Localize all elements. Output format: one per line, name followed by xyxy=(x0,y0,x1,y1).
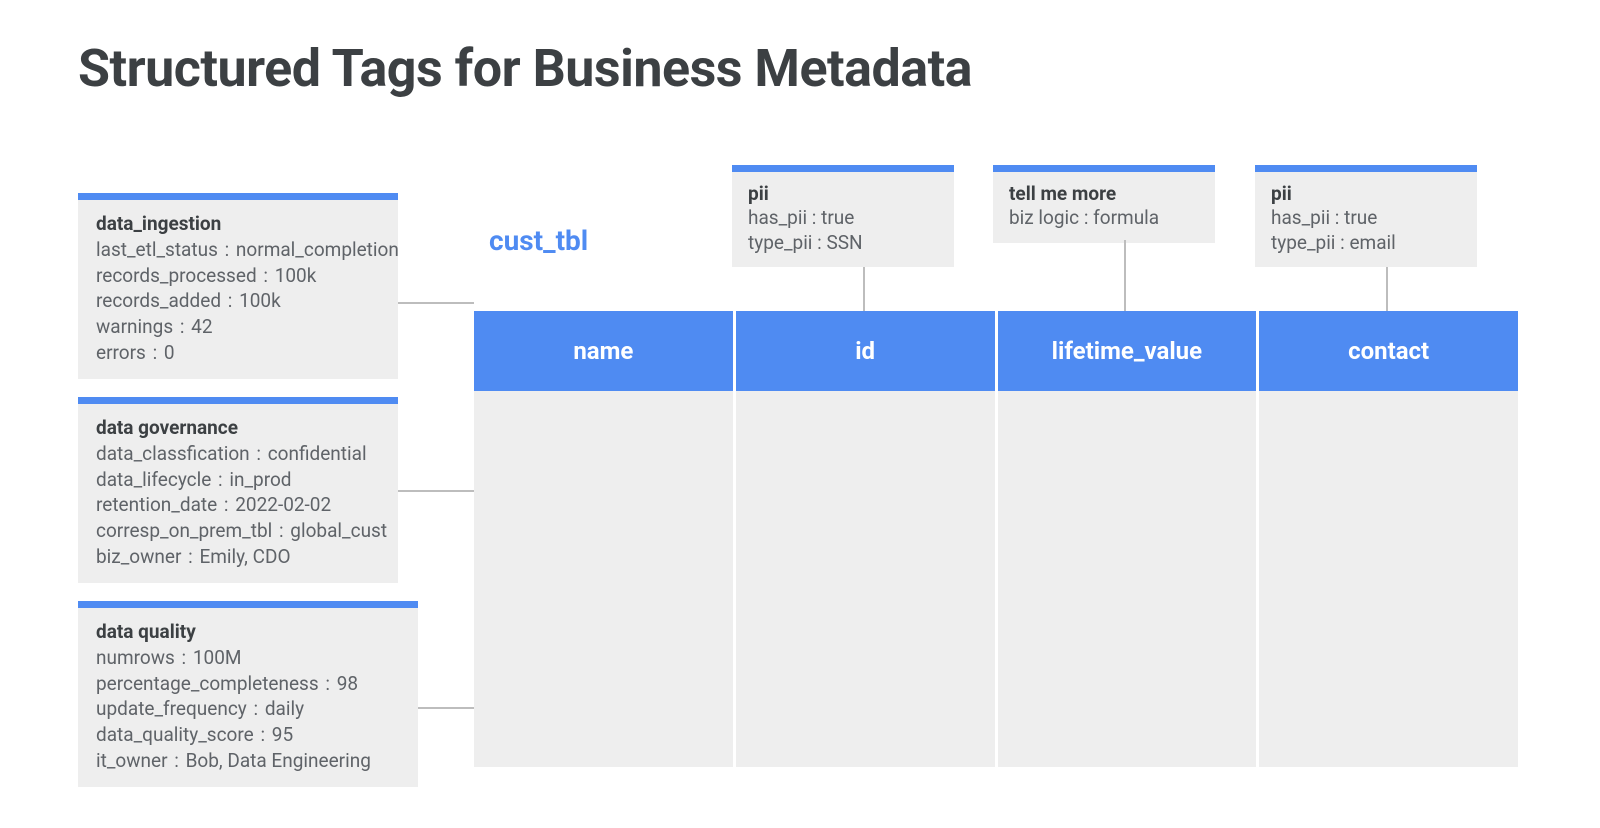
tag-title: data quality xyxy=(96,620,400,643)
tag-row: records_added : 100k xyxy=(96,288,380,314)
tag-row: data_classfication : confidential xyxy=(96,441,380,467)
table-cell xyxy=(998,391,1260,767)
table-cell xyxy=(736,391,998,767)
connector-line xyxy=(863,267,865,311)
tag-row: it_owner : Bob, Data Engineering xyxy=(96,748,400,774)
connector-line xyxy=(1124,240,1126,311)
page-title: Structured Tags for Business Metadata xyxy=(78,38,972,99)
tag-row: biz logic : formula xyxy=(1009,206,1199,231)
column-header-id: id xyxy=(736,311,998,391)
column-tag-pii-id: pii has_pii : true type_pii : SSN xyxy=(732,165,954,267)
column-header-contact: contact xyxy=(1259,311,1518,391)
tag-title: data governance xyxy=(96,416,380,439)
table-body xyxy=(474,391,1518,767)
tag-card-data-ingestion: data_ingestion last_etl_status : normal_… xyxy=(78,193,398,379)
tag-row: data_lifecycle : in_prod xyxy=(96,467,380,493)
table-header: name id lifetime_value contact xyxy=(474,311,1518,391)
connector-line xyxy=(1386,267,1388,311)
tag-row: errors : 0 xyxy=(96,340,380,366)
tag-row: has_pii : true xyxy=(748,206,938,231)
tag-title: tell me more xyxy=(1009,182,1199,205)
tag-row: retention_date : 2022-02-02 xyxy=(96,492,380,518)
table-cust-tbl: name id lifetime_value contact xyxy=(474,311,1518,767)
tag-row: biz_owner : Emily, CDO xyxy=(96,544,380,570)
tag-title: data_ingestion xyxy=(96,212,380,235)
tag-row: warnings : 42 xyxy=(96,314,380,340)
connector-line xyxy=(418,707,474,709)
column-tag-pii-contact: pii has_pii : true type_pii : email xyxy=(1255,165,1477,267)
column-header-lifetime-value: lifetime_value xyxy=(998,311,1260,391)
tag-row: numrows : 100M xyxy=(96,645,400,671)
tag-row: has_pii : true xyxy=(1271,206,1461,231)
tag-card-data-governance: data governance data_classfication : con… xyxy=(78,397,398,583)
tag-row: update_frequency : daily xyxy=(96,696,400,722)
tag-row: last_etl_status : normal_completion xyxy=(96,237,380,263)
tag-card-data-quality: data quality numrows : 100M percentage_c… xyxy=(78,601,418,787)
connector-line xyxy=(398,490,474,492)
column-header-name: name xyxy=(474,311,736,391)
tag-row: corresp_on_prem_tbl : global_cust xyxy=(96,518,380,544)
column-tag-tell-me-more: tell me more biz logic : formula xyxy=(993,165,1215,243)
tag-title: pii xyxy=(748,182,938,205)
tag-row: type_pii : SSN xyxy=(748,231,938,256)
tag-row: type_pii : email xyxy=(1271,231,1461,256)
tag-row: data_quality_score : 95 xyxy=(96,722,400,748)
table-name: cust_tbl xyxy=(489,224,588,257)
tag-title: pii xyxy=(1271,182,1461,205)
table-cell xyxy=(1259,391,1518,767)
tag-row: percentage_completeness : 98 xyxy=(96,671,400,697)
table-cell xyxy=(474,391,736,767)
connector-line xyxy=(398,302,474,304)
tag-row: records_processed : 100k xyxy=(96,263,380,289)
